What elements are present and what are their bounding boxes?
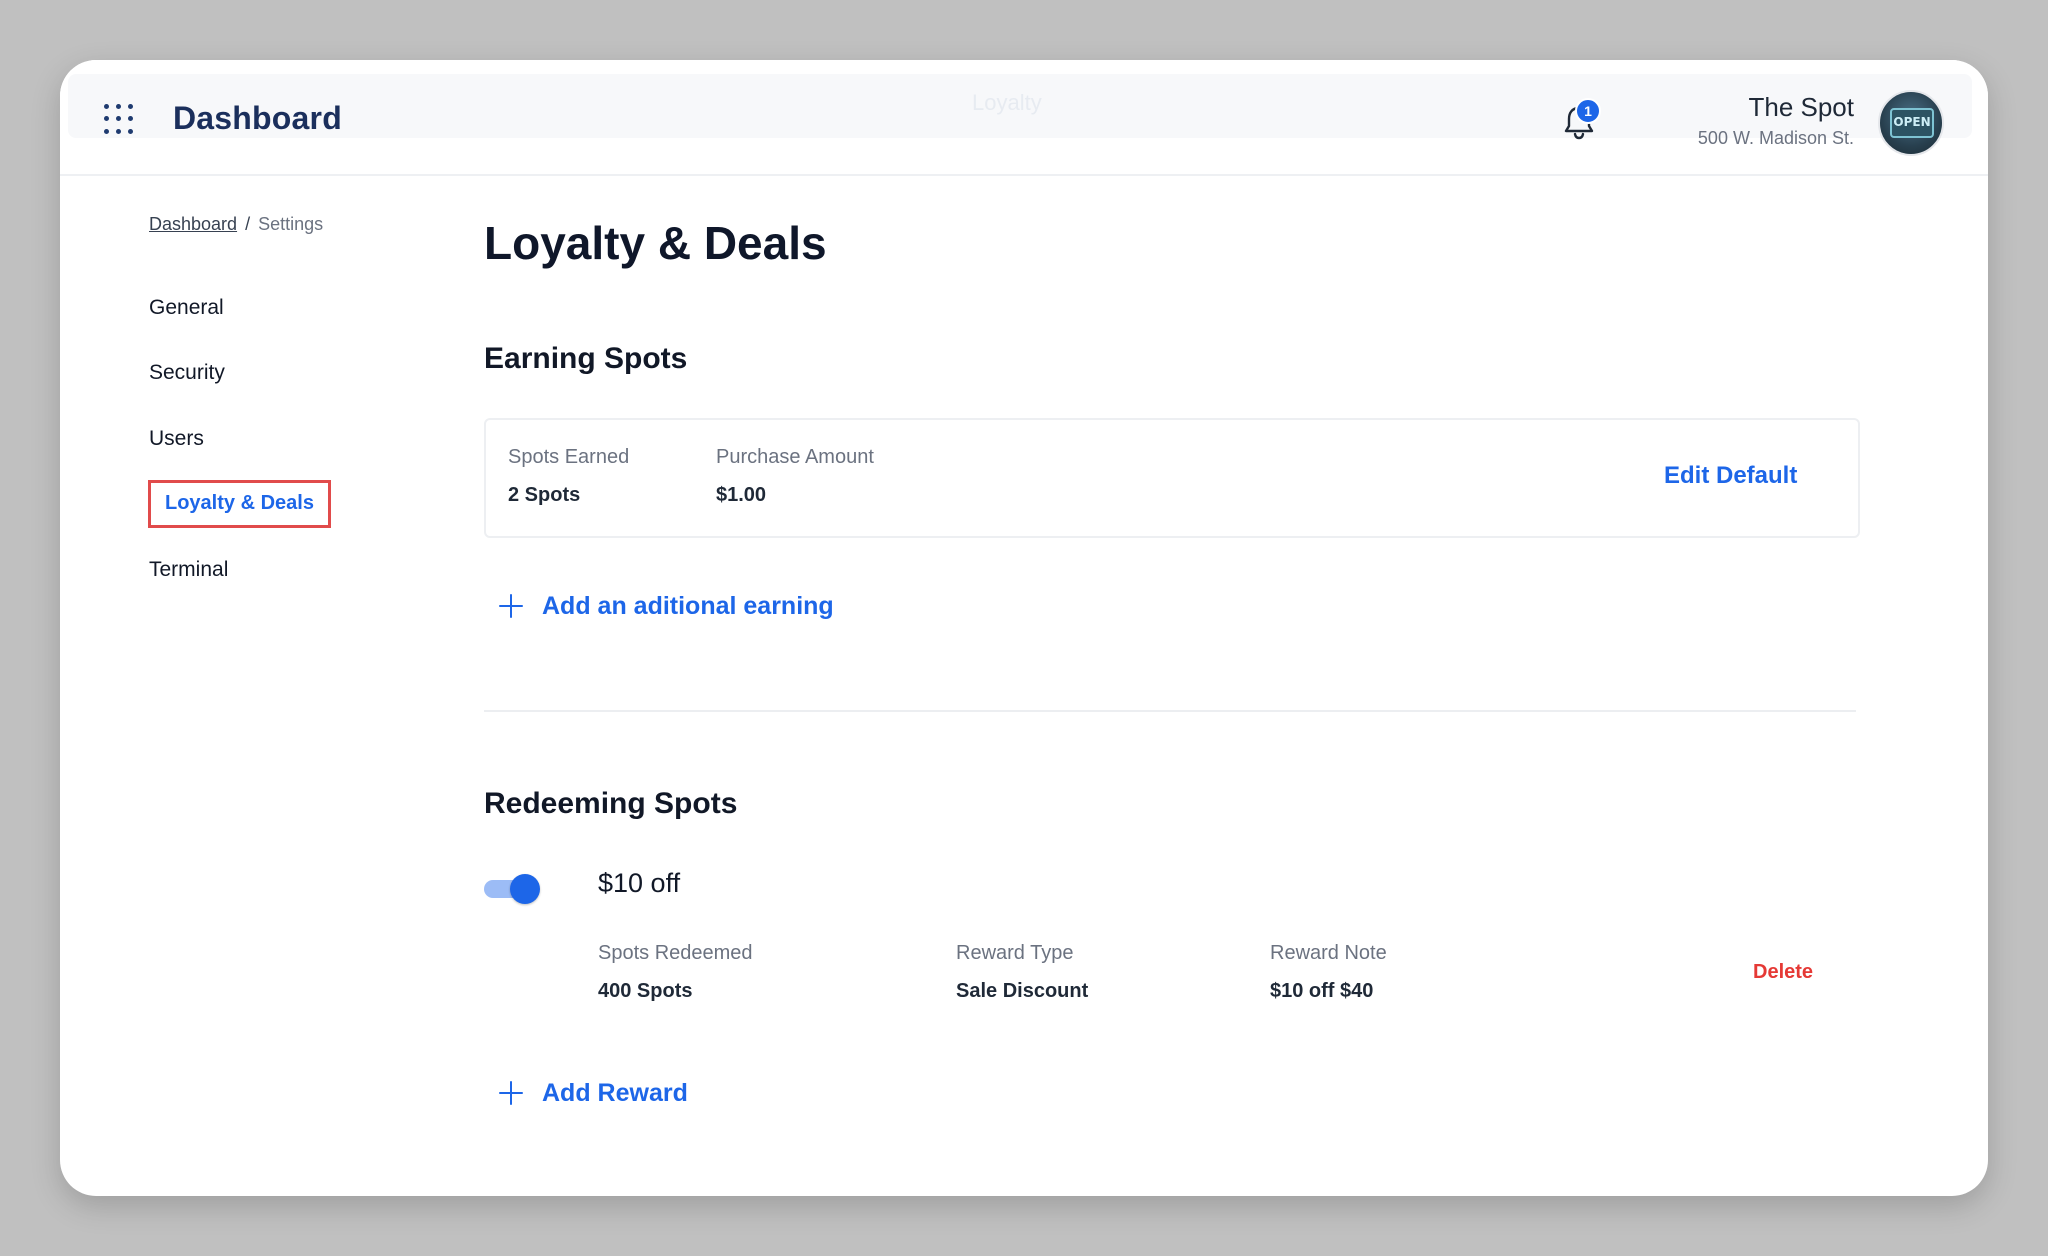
- spots-earned-label: Spots Earned: [508, 446, 630, 468]
- earning-default-card: Spots Earned 2 Spots Purchase Amount $1.…: [484, 418, 1860, 538]
- page-title: Loyalty & Deals: [484, 217, 827, 269]
- purchase-amount-label: Purchase Amount: [716, 446, 874, 468]
- add-earning-button[interactable]: Add an aditional earning: [498, 590, 898, 622]
- app-window: Dashboard Loyalty 1 The Spot 500 W. Madi…: [60, 60, 1988, 1196]
- store-avatar[interactable]: OPEN: [1878, 90, 1944, 156]
- reward-type-value: Sale Discount: [956, 980, 1089, 1002]
- reward-type-label: Reward Type: [956, 942, 1074, 964]
- sidebar-item-loyalty-deals[interactable]: Loyalty & Deals: [148, 480, 331, 528]
- toggle-knob: [510, 874, 540, 904]
- reward-note-value: $10 off $40: [1270, 980, 1374, 1002]
- breadcrumb-current: Settings: [258, 214, 324, 234]
- avatar-sign-image: OPEN: [1890, 108, 1934, 138]
- header-center-label: Loyalty: [972, 90, 1042, 115]
- edit-default-button[interactable]: Edit Default: [1664, 462, 1797, 490]
- reward-enabled-toggle[interactable]: [484, 874, 540, 904]
- sidebar-item-users[interactable]: Users: [149, 427, 204, 451]
- top-header: Dashboard Loyalty 1 The Spot 500 W. Madi…: [60, 60, 1988, 176]
- purchase-amount-value: $1.00: [716, 484, 767, 506]
- reward-note-label: Reward Note: [1270, 942, 1387, 964]
- spots-redeemed-label: Spots Redeemed: [598, 942, 753, 964]
- sidebar-item-security[interactable]: Security: [149, 361, 225, 385]
- sidebar-item-terminal[interactable]: Terminal: [149, 558, 228, 582]
- add-reward-label: Add Reward: [542, 1079, 688, 1107]
- notification-badge: 1: [1575, 98, 1601, 124]
- app-title: Dashboard: [173, 100, 342, 136]
- store-name: The Spot: [1748, 92, 1854, 122]
- spots-redeemed-value: 400 Spots: [598, 980, 693, 1002]
- sidebar-item-general[interactable]: General: [149, 296, 224, 320]
- delete-reward-button[interactable]: Delete: [1753, 961, 1813, 984]
- apps-grid-icon[interactable]: [104, 104, 134, 134]
- reward-name: $10 off: [598, 868, 681, 898]
- spots-earned-value: 2 Spots: [508, 484, 581, 506]
- plus-icon: [498, 1080, 524, 1106]
- add-reward-button[interactable]: Add Reward: [498, 1077, 748, 1109]
- breadcrumb-dashboard-link[interactable]: Dashboard: [149, 214, 237, 234]
- redeeming-section-title: Redeeming Spots: [484, 787, 738, 820]
- store-address: 500 W. Madison St.: [1697, 128, 1854, 148]
- plus-icon: [498, 593, 524, 619]
- breadcrumb: Dashboard / Settings: [149, 214, 323, 235]
- section-divider: [484, 710, 1856, 712]
- earning-section-title: Earning Spots: [484, 342, 688, 375]
- breadcrumb-separator: /: [245, 214, 251, 234]
- add-earning-label: Add an aditional earning: [542, 592, 834, 620]
